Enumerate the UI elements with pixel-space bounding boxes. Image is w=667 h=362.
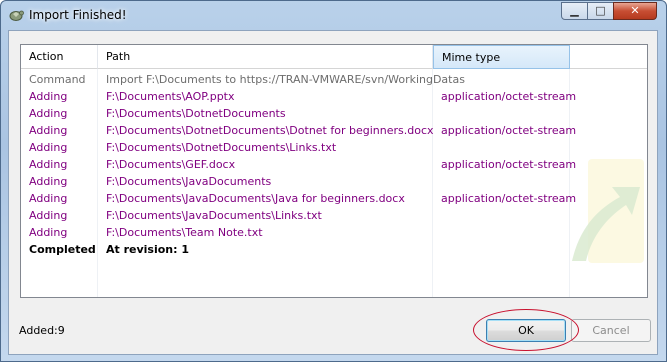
list-item[interactable]: Adding F:\Documents\DotnetDocuments (21, 105, 647, 122)
cell-action: Completed (29, 243, 96, 256)
list-item[interactable]: Adding F:\Documents\JavaDocuments\Links.t… (21, 207, 647, 224)
cell-mime (433, 139, 570, 156)
tortoise-app-icon (9, 10, 24, 21)
window-title: Import Finished! (29, 8, 127, 22)
cell-path: F:\Documents\JavaDocuments (106, 175, 272, 188)
list-item[interactable]: Adding F:\Documents\DotnetDocuments\Dotne… (21, 122, 647, 139)
title-bar[interactable]: Import Finished! ▁ □ ✕ (1, 1, 666, 29)
cell-action: Adding (29, 124, 68, 137)
list-item[interactable]: Adding F:\Documents\Team Note.txt (21, 224, 647, 241)
highlight-ellipse (473, 309, 579, 351)
list-item[interactable]: Adding F:\Documents\JavaDocuments\Java fo… (21, 190, 647, 207)
list-item[interactable]: Adding F:\Documents\DotnetDocuments\Links… (21, 139, 647, 156)
cell-path: F:\Documents\GEF.docx (106, 158, 236, 171)
list-item[interactable]: Adding F:\Documents\JavaDocuments (21, 173, 647, 190)
column-header-filler (570, 45, 647, 69)
cell-mime (433, 71, 570, 88)
cell-action: Adding (29, 226, 68, 239)
cell-action: Adding (29, 158, 68, 171)
cell-mime (433, 173, 570, 190)
results-list[interactable]: Action Path Mime type Command Import F:\D… (20, 44, 648, 298)
cell-action: Adding (29, 107, 68, 120)
cell-action: Adding (29, 192, 68, 205)
cell-mime: application/octet-stream (441, 192, 577, 205)
cell-action: Adding (29, 175, 68, 188)
list-header: Action Path Mime type (21, 45, 647, 69)
cell-path: F:\Documents\JavaDocuments\Links.txt (106, 209, 322, 222)
cell-mime (433, 224, 570, 241)
column-header-mime-type[interactable]: Mime type (433, 45, 570, 69)
minimize-button[interactable]: ▁ (561, 2, 588, 20)
cell-path: F:\Documents\JavaDocuments\Java for begi… (106, 192, 405, 205)
import-finished-dialog: Import Finished! ▁ □ ✕ Action Path Mime … (0, 0, 667, 362)
column-header-path[interactable]: Path (98, 45, 433, 69)
dialog-body: Action Path Mime type Command Import F:\D… (8, 30, 658, 355)
cell-mime: application/octet-stream (441, 90, 577, 103)
added-count: Added:9 (19, 324, 65, 337)
list-item[interactable]: Adding F:\Documents\GEF.docx application/o… (21, 156, 647, 173)
cell-action: Adding (29, 90, 68, 103)
cell-action: Adding (29, 141, 68, 154)
cell-action: Adding (29, 209, 68, 222)
list-item[interactable]: Completed At revision: 1 (21, 241, 647, 258)
cancel-button[interactable]: Cancel (571, 319, 651, 342)
cell-path: At revision: 1 (106, 243, 190, 256)
cell-path: F:\Documents\AOP.pptx (106, 90, 235, 103)
cell-mime (433, 105, 570, 122)
cell-path: F:\Documents\Team Note.txt (106, 226, 263, 239)
list-item[interactable]: Adding F:\Documents\AOP.pptx application/o… (21, 88, 647, 105)
cell-mime: application/octet-stream (441, 124, 577, 137)
column-header-action[interactable]: Action (21, 45, 98, 69)
cell-mime (433, 207, 570, 224)
cell-path: F:\Documents\DotnetDocuments (106, 107, 286, 120)
close-button[interactable]: ✕ (613, 2, 657, 20)
list-item[interactable]: Command Import F:\Documents to https://TR… (21, 71, 647, 88)
cell-mime (433, 241, 570, 258)
cell-path: Import F:\Documents to https://TRAN-VMWA… (106, 73, 465, 86)
cell-mime: application/octet-stream (441, 158, 577, 171)
maximize-button[interactable]: □ (587, 2, 614, 20)
cell-path: F:\Documents\DotnetDocuments\Links.txt (106, 141, 337, 154)
cell-action: Command (29, 73, 86, 86)
cell-path: F:\Documents\DotnetDocuments\Dotnet for … (106, 124, 434, 137)
